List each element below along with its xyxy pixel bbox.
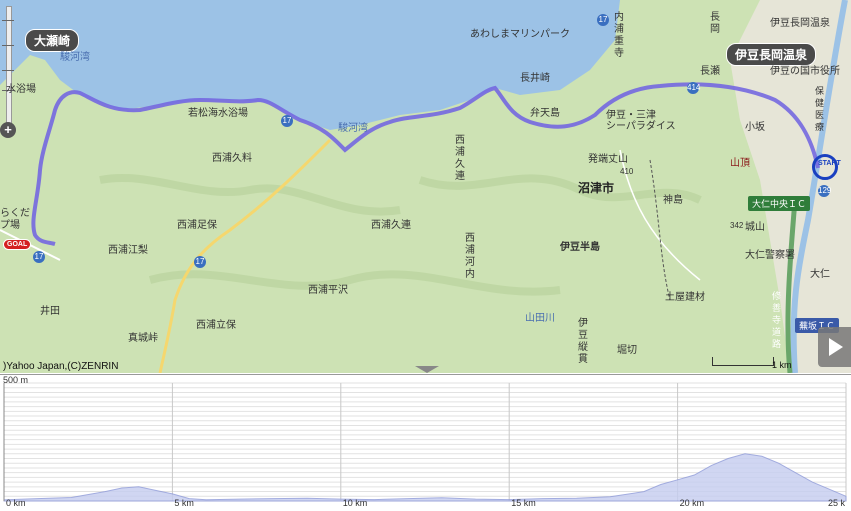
zoom-tick bbox=[2, 20, 14, 21]
label-jouyama: 城山 bbox=[745, 222, 765, 233]
label-sancho: 山頂 bbox=[730, 158, 750, 169]
label-dooyakenzai: 土屋建材 bbox=[665, 292, 705, 303]
route-number: 17 bbox=[194, 256, 206, 268]
label-nishiura-kushina: 西浦久料 bbox=[212, 153, 252, 164]
sea-area bbox=[0, 0, 620, 130]
label-ida: 井田 bbox=[40, 306, 60, 317]
copyright-text: )Yahoo Japan,(C)ZENRIN bbox=[3, 361, 119, 372]
zoom-slider-track[interactable] bbox=[6, 6, 12, 128]
label-izu-jukan: 伊豆縦貫 bbox=[578, 318, 588, 365]
label-jouyama-height: 342 bbox=[730, 221, 744, 230]
x-tick-label: 5 km bbox=[174, 498, 194, 508]
route-number: 129 bbox=[818, 185, 832, 197]
goal-marker[interactable]: GOAL bbox=[3, 239, 32, 250]
label-nishiura-tachibo: 西浦立保 bbox=[196, 320, 236, 331]
road-yellow bbox=[158, 138, 332, 373]
label-izukuni-city: 伊豆の国市役所 bbox=[770, 66, 840, 77]
label-shuzenji-road: 修善寺道路 bbox=[772, 291, 782, 349]
route-number: 17 bbox=[597, 14, 609, 26]
map-base bbox=[0, 0, 851, 373]
label-ohito: 大仁 bbox=[810, 269, 830, 280]
label-nagaizaki: 長井崎 bbox=[520, 73, 550, 84]
route-number: 17 bbox=[33, 251, 45, 263]
elevation-chart bbox=[3, 382, 847, 502]
route-number: 414 bbox=[687, 82, 701, 94]
x-tick-label: 25 k bbox=[828, 498, 846, 508]
sign-ohito-chuo-ic[interactable]: 大仁中央ＩＣ bbox=[748, 196, 811, 211]
zoom-control[interactable]: + bbox=[0, 0, 16, 140]
label-suruga: 駿河湾 bbox=[338, 123, 368, 134]
label-wakamatsu: 若松海水浴場 bbox=[188, 108, 248, 119]
label-hattan: 発端丈山 bbox=[588, 154, 628, 165]
zoom-tick bbox=[2, 45, 14, 46]
label-nishiura-enashi: 西浦江梨 bbox=[108, 245, 148, 256]
x-tick-label: 10 km bbox=[342, 498, 368, 508]
label-nagase: 長瀬 bbox=[700, 66, 720, 77]
label-mashiro: 真城峠 bbox=[128, 333, 158, 344]
scale-bar bbox=[712, 357, 774, 366]
label-numazu: 沼津市 bbox=[578, 181, 615, 195]
label-uchiura: 内浦重寺 bbox=[614, 12, 624, 59]
label-ohito-police: 大仁警察署 bbox=[745, 250, 795, 261]
label-kurage2: プ場 bbox=[0, 220, 20, 231]
label-nishiura-kure: 西浦久連 bbox=[371, 220, 411, 231]
pill-nagaoka[interactable]: 伊豆長岡温泉 bbox=[726, 43, 817, 66]
scale-label: 1 km bbox=[772, 360, 792, 370]
label-hattan-height: 410 bbox=[620, 167, 634, 176]
route-number: 17 bbox=[281, 115, 293, 127]
label-kanzaki: 神島 bbox=[663, 195, 683, 206]
label-nishiura-hirasawa: 西浦平沢 bbox=[308, 285, 348, 296]
map-canvas[interactable]: + 大瀬崎 伊豆長岡温泉 駿河湾 駿河湾 山田川 あわしまマリンパーク 長井崎 … bbox=[0, 0, 851, 373]
label-kosaka: 小坂 bbox=[745, 122, 765, 133]
label-sea-paradise: シーパラダイス bbox=[606, 121, 676, 132]
label-kurage: らくだ bbox=[0, 208, 30, 219]
label-nishiura-kure-v: 西浦久連 bbox=[455, 135, 465, 182]
pill-osezaki[interactable]: 大瀬崎 bbox=[25, 29, 80, 52]
x-tick-label: 15 km bbox=[511, 498, 536, 508]
start-marker-label: START bbox=[818, 160, 841, 167]
x-tick-label: 20 km bbox=[679, 498, 705, 508]
y-axis-label: 500 m bbox=[3, 375, 29, 385]
label-nagaoka: 長岡 bbox=[710, 12, 720, 35]
label-horikiri: 堀切 bbox=[617, 345, 637, 356]
label-bentenjima: 弁天島 bbox=[530, 108, 560, 119]
zoom-tick bbox=[2, 70, 14, 71]
label-nagaoka-onsen: 伊豆長岡温泉 bbox=[770, 18, 830, 29]
next-arrow-button[interactable] bbox=[818, 327, 851, 367]
label-yamada-river: 山田川 bbox=[525, 313, 555, 324]
label-nishiura-ashiho: 西浦足保 bbox=[177, 220, 217, 231]
elevation-profile[interactable] bbox=[0, 374, 851, 511]
label-hokenkan: 保健医療 bbox=[815, 86, 825, 132]
label-izu-hanto: 伊豆半島 bbox=[560, 242, 600, 253]
label-awashima[interactable]: あわしまマリンパーク bbox=[470, 29, 570, 41]
label-nishiura-konouchi: 西浦河内 bbox=[465, 233, 475, 280]
start-marker[interactable]: START bbox=[812, 154, 841, 180]
label-suruga: 駿河湾 bbox=[60, 52, 90, 63]
x-tick-label: 0 km bbox=[6, 498, 26, 508]
zoom-in-button[interactable]: + bbox=[0, 122, 16, 138]
label-mizu: 水浴場 bbox=[6, 84, 36, 95]
